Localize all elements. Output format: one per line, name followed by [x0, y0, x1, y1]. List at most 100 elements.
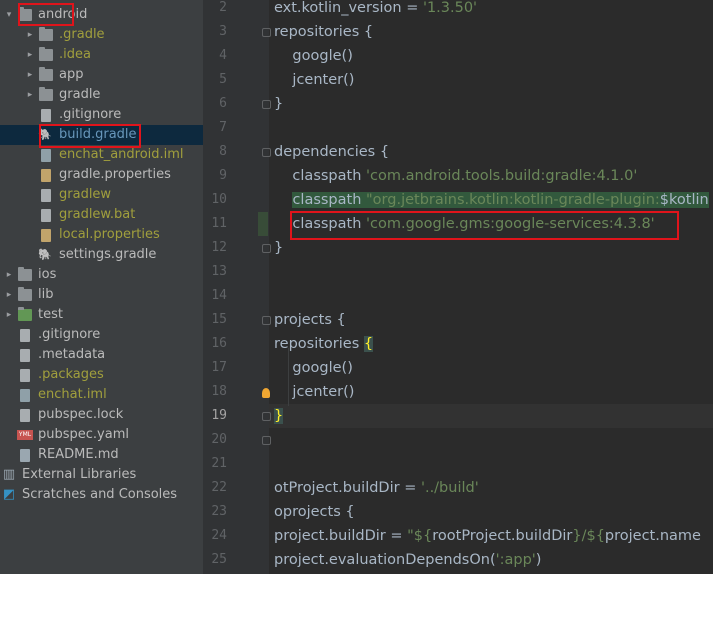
code-token: project.buildDir = [274, 528, 408, 544]
tree-item-lib[interactable]: ▸ lib [0, 285, 203, 305]
tree-item-gradle-properties[interactable]: gradle.properties [0, 165, 203, 185]
tree-item-ios[interactable]: ▸ ios [0, 265, 203, 285]
tree-item-label: .gradle [59, 27, 105, 42]
line-number: 20 [211, 432, 227, 447]
code-token: '../build' [420, 480, 479, 496]
tree-item-label: Scratches and Consoles [22, 487, 178, 502]
tree-item-label: gradle [59, 87, 101, 102]
code-line[interactable]: classpath 'com.android.tools.build:gradl… [274, 164, 637, 188]
code-line[interactable]: otProject.buildDir = '../build' [274, 476, 479, 500]
tree-item-idea[interactable]: ▸ .idea [0, 45, 203, 65]
code-token: ':app' [495, 552, 536, 568]
file-icon [20, 329, 30, 342]
file-icon [41, 209, 51, 222]
fold-marker-icon[interactable] [262, 28, 271, 37]
tree-item-label: app [59, 67, 84, 82]
tree-item-gradle[interactable]: ▸ .gradle [0, 25, 203, 45]
chevron-right-icon[interactable]: ▸ [25, 85, 35, 105]
tree-item-enchat-iml[interactable]: enchat.iml [0, 385, 203, 405]
code-line[interactable]: classpath "org.jetbrains.kotlin:kotlin-g… [274, 188, 709, 212]
code-token: } [274, 408, 284, 424]
chevron-right-icon[interactable]: ▸ [25, 65, 35, 85]
code-line[interactable]: google() [274, 44, 352, 68]
code-token: { [345, 504, 355, 520]
code-line[interactable]: project.evaluationDependsOn(':app') [274, 548, 541, 572]
code-line[interactable]: } [274, 92, 283, 116]
chevron-right-icon[interactable]: ▸ [25, 25, 35, 45]
tree-item-gradle[interactable]: ▸ gradle [0, 85, 203, 105]
tree-item-settings-gradle[interactable]: 🐘 settings.gradle [0, 245, 203, 265]
fold-marker-icon[interactable] [262, 148, 271, 157]
fold-marker-icon[interactable] [262, 436, 271, 445]
line-number: 18 [211, 384, 227, 399]
code-token: projects [274, 312, 337, 328]
tree-item-label: local.properties [59, 227, 160, 242]
line-number: 3 [219, 24, 227, 39]
tree-item-readme-md[interactable]: README.md [0, 445, 203, 465]
tree-item-metadata[interactable]: .metadata [0, 345, 203, 365]
iml-file-icon [41, 149, 51, 162]
fold-marker-icon[interactable] [262, 100, 271, 109]
file-icon [41, 189, 51, 202]
tree-item-gitignore[interactable]: .gitignore [0, 105, 203, 125]
code-line[interactable]: jcenter() [274, 68, 354, 92]
line-number: 25 [211, 552, 227, 567]
code-token: repositories [274, 24, 364, 40]
tree-item-pubspec-lock[interactable]: pubspec.lock [0, 405, 203, 425]
tree-item-label: README.md [38, 447, 119, 462]
tree-item-pubspec-yaml[interactable]: YML pubspec.yaml [0, 425, 203, 445]
code-line[interactable]: repositories { [274, 20, 373, 44]
tree-item-label: External Libraries [22, 467, 137, 482]
chevron-down-icon[interactable]: ▾ [4, 5, 14, 25]
project-tree-panel: ▾ android ▸ .gradle ▸ .idea ▸ app ▸ gradle .gitign… [0, 0, 203, 574]
line-number: 16 [211, 336, 227, 351]
lightbulb-icon[interactable] [262, 388, 270, 398]
code-line[interactable]: jcenter() [274, 380, 354, 404]
tree-item-label: gradlew [59, 187, 112, 202]
tree-item-packages[interactable]: .packages [0, 365, 203, 385]
folder-icon [18, 267, 32, 281]
chevron-right-icon[interactable]: ▸ [25, 45, 35, 65]
line-number: 21 [211, 456, 227, 471]
code-token: "${ [407, 528, 433, 544]
line-number: 14 [211, 288, 227, 303]
code-line[interactable]: projects { [274, 308, 346, 332]
line-number: 15 [211, 312, 227, 327]
code-line[interactable]: dependencies { [274, 140, 389, 164]
code-token: "org.jetbrains.kotlin:kotlin-gradle-plug… [366, 192, 660, 208]
tree-item-local-properties[interactable]: local.properties [0, 225, 203, 245]
vcs-change-marker [258, 212, 268, 236]
code-line[interactable]: } [274, 404, 284, 428]
code-line[interactable]: ext.kotlin_version = '1.3.50' [274, 0, 477, 20]
tree-item-enchat-android-iml[interactable]: enchat_android.iml [0, 145, 203, 165]
fold-marker-icon[interactable] [262, 244, 271, 253]
tree-item-label: gradle.properties [59, 167, 171, 182]
folder-icon [18, 287, 32, 301]
chevron-right-icon[interactable]: ▸ [4, 265, 14, 285]
code-token: rootProject.buildDir [432, 528, 573, 544]
tree-item-gradlew[interactable]: gradlew [0, 185, 203, 205]
chevron-right-icon[interactable]: ▸ [4, 285, 14, 305]
code-line[interactable]: oprojects { [274, 500, 355, 524]
fold-marker-icon[interactable] [262, 412, 271, 421]
fold-marker-icon[interactable] [262, 316, 271, 325]
chevron-right-icon[interactable]: ▸ [4, 305, 14, 325]
tree-item-app[interactable]: ▸ app [0, 65, 203, 85]
tree-item-gitignore[interactable]: .gitignore [0, 325, 203, 345]
code-line[interactable]: google() [274, 356, 352, 380]
tree-item-external-libraries[interactable]: ▥ External Libraries [0, 465, 203, 485]
line-number: 10 [211, 192, 227, 207]
tree-item-label: gradlew.bat [59, 207, 136, 222]
code-token: ext.kotlin_version = [274, 0, 423, 16]
file-icon [20, 369, 30, 382]
tree-item-label: .metadata [38, 347, 106, 362]
tree-item-label: .packages [38, 367, 104, 382]
tree-item-scratches-and-consoles[interactable]: ◩ Scratches and Consoles [0, 485, 203, 505]
code-line[interactable]: project.buildDir = "${rootProject.buildD… [274, 524, 701, 548]
tree-item-label: test [38, 307, 63, 322]
current-line-highlight [269, 404, 713, 428]
tree-item-gradlew-bat[interactable]: gradlew.bat [0, 205, 203, 225]
tree-item-test[interactable]: ▸ test [0, 305, 203, 325]
code-line[interactable]: } [274, 236, 283, 260]
code-token: $kotlin [659, 192, 709, 208]
